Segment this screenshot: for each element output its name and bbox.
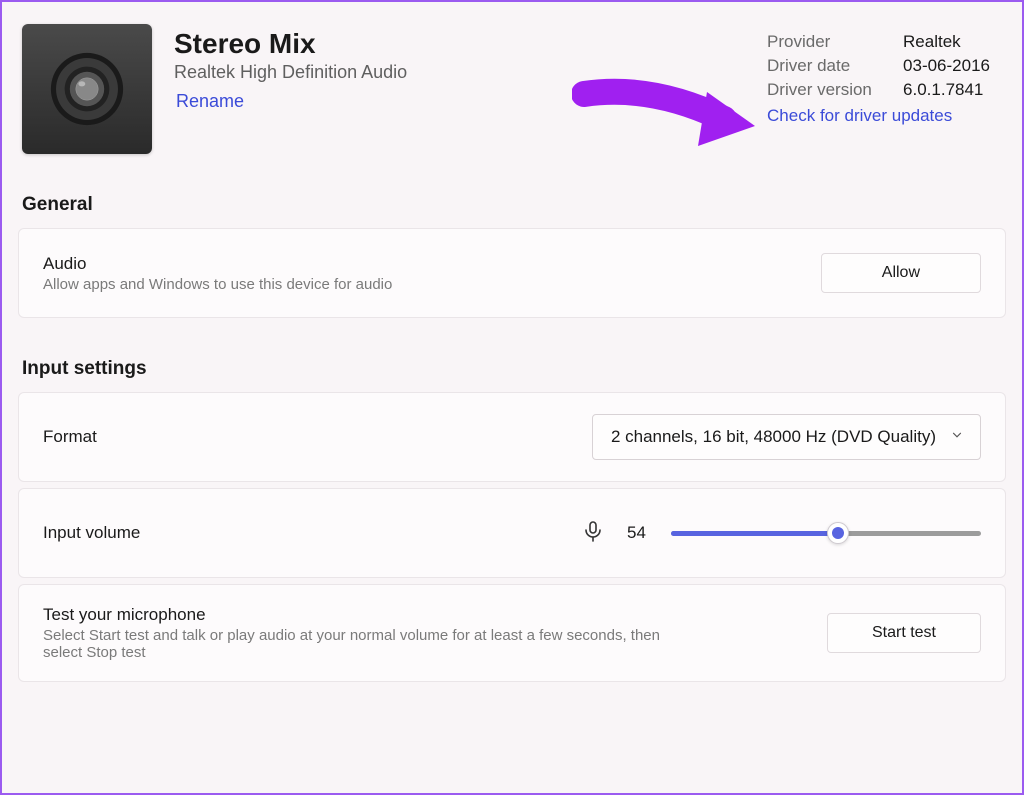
device-description: Realtek High Definition Audio [174, 62, 745, 83]
device-header: Stereo Mix Realtek High Definition Audio… [18, 24, 1006, 154]
input-volume-card: Input volume 54 [18, 488, 1006, 578]
driver-provider-value: Realtek [903, 32, 961, 52]
microphone-icon[interactable] [577, 519, 609, 548]
input-volume-title: Input volume [43, 523, 577, 543]
mic-test-subtitle: Select Start test and talk or play audio… [43, 627, 683, 661]
driver-version-value: 6.0.1.7841 [903, 80, 983, 100]
input-volume-slider[interactable] [671, 521, 981, 545]
rename-link[interactable]: Rename [174, 91, 745, 112]
driver-date-value: 03-06-2016 [903, 56, 990, 76]
allow-button[interactable]: Allow [821, 253, 981, 293]
input-volume-value: 54 [627, 523, 653, 543]
format-selected-value: 2 channels, 16 bit, 48000 Hz (DVD Qualit… [611, 427, 936, 447]
slider-thumb[interactable] [827, 522, 849, 544]
device-name: Stereo Mix [174, 28, 745, 60]
section-heading-input-settings: Input settings [18, 358, 1006, 380]
audio-card-title: Audio [43, 254, 821, 274]
format-card[interactable]: Format 2 channels, 16 bit, 48000 Hz (DVD… [18, 392, 1006, 482]
section-heading-general: General [18, 194, 1006, 216]
device-info-block: Stereo Mix Realtek High Definition Audio… [174, 24, 745, 112]
driver-version-label: Driver version [767, 80, 887, 100]
driver-date-label: Driver date [767, 56, 887, 76]
chevron-down-icon [950, 427, 964, 447]
driver-provider-label: Provider [767, 32, 887, 52]
audio-card-subtitle: Allow apps and Windows to use this devic… [43, 276, 683, 293]
device-speaker-icon [22, 24, 152, 154]
check-driver-updates-link[interactable]: Check for driver updates [767, 106, 990, 126]
driver-info-block: Provider Realtek Driver date 03-06-2016 … [767, 24, 1002, 126]
mic-test-card: Test your microphone Select Start test a… [18, 584, 1006, 682]
audio-permission-card: Audio Allow apps and Windows to use this… [18, 228, 1006, 318]
mic-test-title: Test your microphone [43, 605, 827, 625]
format-dropdown[interactable]: 2 channels, 16 bit, 48000 Hz (DVD Qualit… [592, 414, 981, 460]
start-test-button[interactable]: Start test [827, 613, 981, 653]
format-card-title: Format [43, 427, 592, 447]
